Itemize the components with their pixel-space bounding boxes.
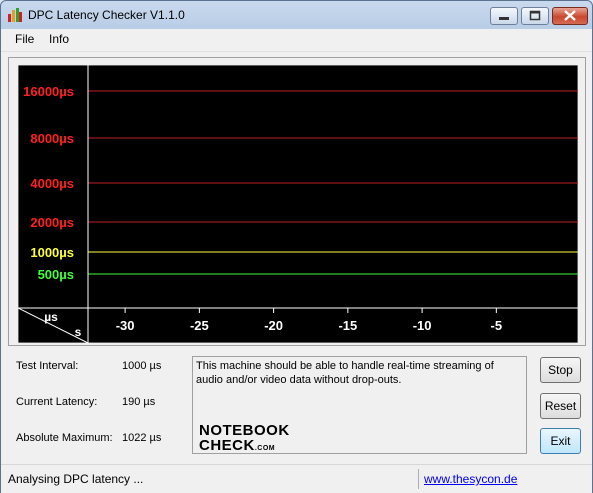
app-window: DPC Latency Checker V1.1.0 File Info 160… [0, 0, 593, 493]
close-icon [564, 10, 576, 21]
y-unit-label: µs [44, 310, 58, 324]
menu-file[interactable]: File [15, 32, 34, 46]
x-tick-label: -25 [190, 318, 209, 333]
current-latency-label: Current Latency: [16, 396, 98, 408]
menu-bar: File Info [1, 29, 592, 52]
minimize-button[interactable] [490, 7, 518, 25]
x-unit-label: s [75, 325, 82, 339]
y-tick-label: 500µs [38, 267, 74, 282]
test-interval-value: 1000 µs [122, 360, 162, 372]
latency-chart: 16000µs8000µs4000µs2000µs1000µs500µs µs … [18, 65, 578, 343]
x-tick-label: -20 [264, 318, 283, 333]
status-separator [418, 469, 419, 489]
y-tick-label: 1000µs [30, 245, 74, 260]
absolute-maximum-value: 1022 µs [122, 432, 162, 444]
menu-info[interactable]: Info [49, 32, 69, 46]
absolute-maximum-label: Absolute Maximum: [16, 432, 113, 444]
test-interval-label: Test Interval: [16, 360, 79, 372]
reset-button[interactable]: Reset [540, 393, 581, 419]
bar-chart-icon [8, 8, 22, 22]
y-tick-label: 8000µs [30, 131, 74, 146]
maximize-icon [529, 10, 541, 21]
title-bar[interactable]: DPC Latency Checker V1.1.0 [1, 1, 592, 29]
current-latency-value: 190 µs [122, 396, 156, 408]
message-box: This machine should be able to handle re… [192, 356, 527, 454]
y-tick-label: 4000µs [30, 176, 74, 191]
x-tick-label: -30 [116, 318, 135, 333]
close-button[interactable] [552, 7, 588, 25]
stop-button[interactable]: Stop [540, 357, 581, 383]
website-link[interactable]: www.thesycon.de [424, 472, 517, 486]
status-bar: Analysing DPC latency ... www.thesycon.d… [1, 464, 592, 493]
minimize-icon [499, 17, 509, 20]
exit-button[interactable]: Exit [540, 428, 581, 454]
status-text: Analysing DPC latency ... [8, 472, 144, 486]
y-tick-label: 2000µs [30, 215, 74, 230]
status-message: This machine should be able to handle re… [196, 360, 494, 386]
x-tick-label: -10 [413, 318, 432, 333]
maximize-button[interactable] [521, 7, 549, 25]
y-tick-label: 16000µs [23, 84, 74, 99]
notebookcheck-logo: NOTEBOOK CHECK.COM [199, 422, 290, 454]
x-tick-label: -15 [338, 318, 357, 333]
x-tick-label: -5 [491, 318, 503, 333]
window-title: DPC Latency Checker V1.1.0 [28, 8, 185, 22]
chart-background [18, 65, 578, 343]
